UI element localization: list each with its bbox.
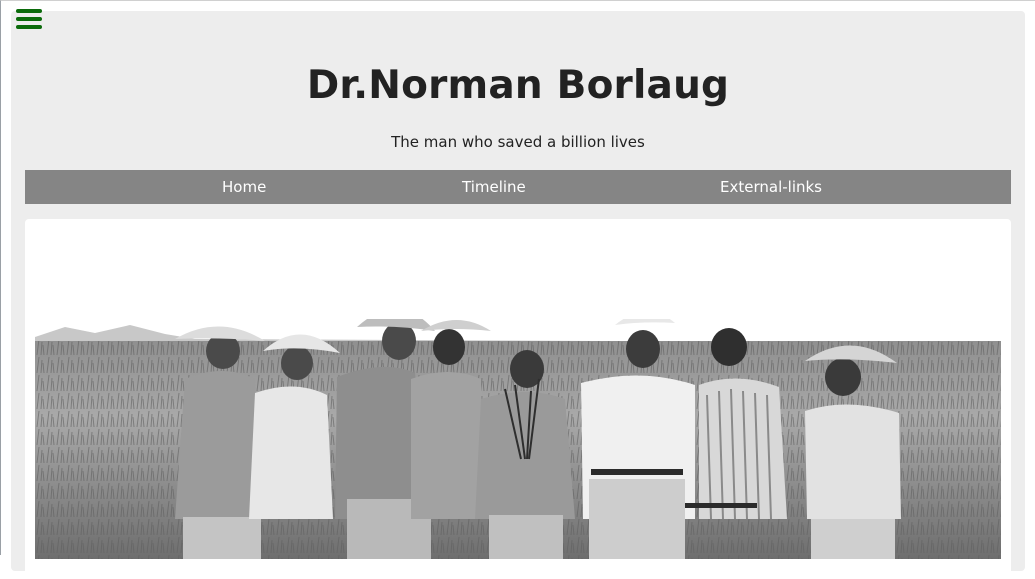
image-card [25, 219, 1011, 579]
browser-viewport: Dr.Norman Borlaug The man who saved a bi… [0, 0, 1035, 579]
page-title: Dr.Norman Borlaug [306, 63, 730, 108]
main-container: Dr.Norman Borlaug The man who saved a bi… [11, 11, 1025, 579]
nav-link-home[interactable]: Home [222, 170, 266, 204]
borlaug-field-photo [35, 319, 1001, 559]
navigation-bar: Home Timeline External-links [25, 170, 1011, 204]
nav-link-external-links[interactable]: External-links [720, 170, 822, 204]
nav-link-timeline[interactable]: Timeline [462, 170, 526, 204]
page-subtitle: The man who saved a billion lives [391, 133, 645, 151]
menu-bar-top [16, 9, 42, 13]
menu-bar-middle [16, 17, 42, 21]
menu-bar-bottom [16, 25, 42, 29]
hamburger-menu-icon[interactable] [16, 9, 42, 31]
